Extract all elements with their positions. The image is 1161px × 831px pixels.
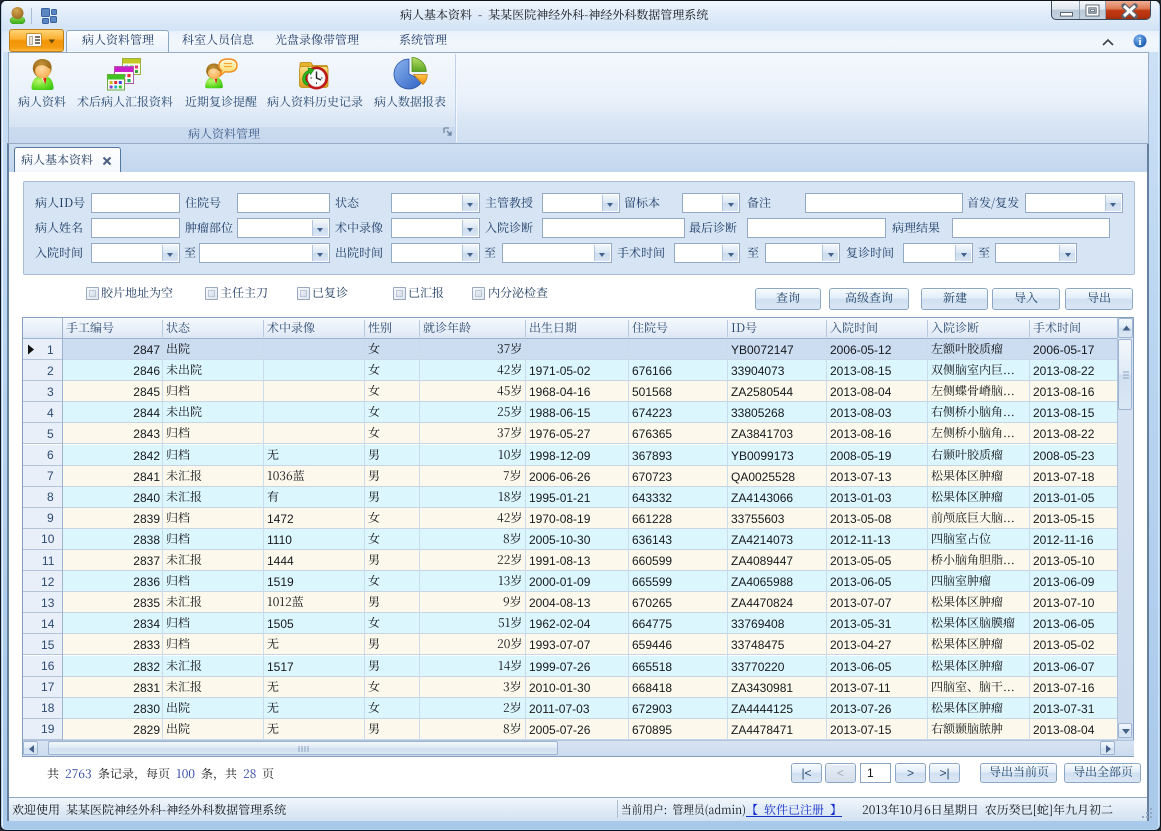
svg-text:i: i <box>1138 36 1141 48</box>
